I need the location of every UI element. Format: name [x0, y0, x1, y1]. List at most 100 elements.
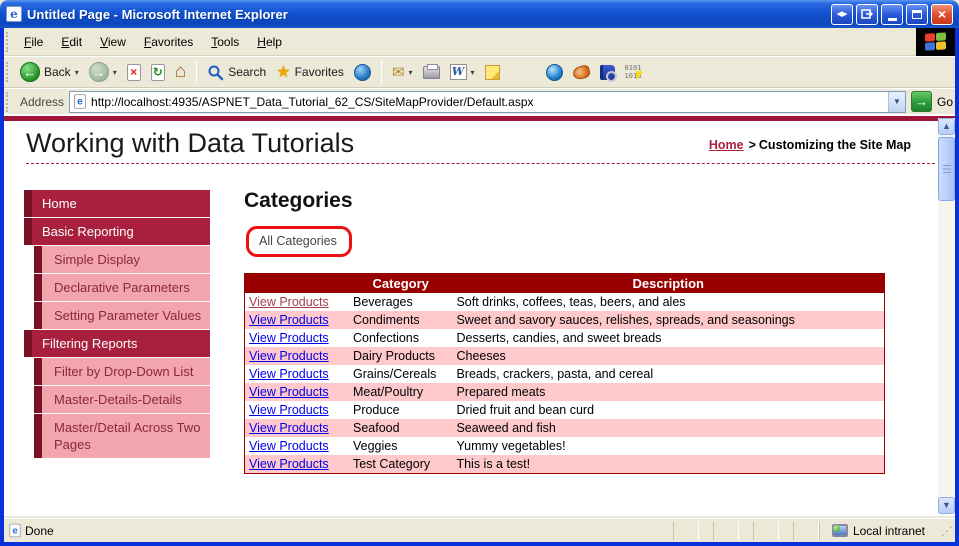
- favorites-button[interactable]: ★ Favorites: [271, 60, 349, 84]
- scrollbar-thumb[interactable]: [938, 137, 955, 201]
- category-cell: Beverages: [352, 295, 413, 309]
- messenger-icon: [545, 63, 563, 81]
- view-products-link[interactable]: View Products: [249, 331, 329, 345]
- browser-window: e Untitled Page - Microsoft Internet Exp…: [0, 0, 959, 546]
- sidebar-item-basic-reporting[interactable]: Basic Reporting: [24, 218, 210, 245]
- forward-button[interactable]: → ▾: [84, 60, 122, 84]
- category-cell: Test Category: [348, 455, 453, 474]
- scroll-up-button[interactable]: ▲: [938, 118, 955, 135]
- html-snippet-button[interactable]: 0101 1010: [620, 62, 647, 82]
- print-button[interactable]: [418, 63, 445, 81]
- main-panel: Categories All Categories Category Descr…: [244, 189, 919, 474]
- table-row: View Products Confections Desserts, cand…: [245, 329, 885, 347]
- menu-view[interactable]: View: [91, 31, 135, 53]
- address-field[interactable]: e ▼: [69, 90, 906, 113]
- stop-button[interactable]: ×: [122, 62, 146, 83]
- table-row: View Products Dairy Products Cheeses: [244, 347, 885, 365]
- address-label: Address: [20, 94, 65, 109]
- menubar-grip[interactable]: [6, 31, 9, 52]
- status-panel: [752, 521, 779, 540]
- edit-dropdown-icon[interactable]: ▾: [471, 68, 475, 77]
- addressbar-grip[interactable]: [6, 91, 9, 112]
- forward-dropdown-icon[interactable]: ▾: [113, 68, 117, 77]
- sidebar-item-declarative-parameters[interactable]: Declarative Parameters: [34, 274, 210, 301]
- search-button[interactable]: Search: [202, 62, 271, 83]
- sidebar-item-simple-display[interactable]: Simple Display: [34, 246, 210, 273]
- addon-fox-button[interactable]: [568, 63, 595, 81]
- go-button[interactable]: →: [910, 91, 932, 112]
- view-products-link[interactable]: View Products: [249, 403, 329, 417]
- messenger-button[interactable]: [541, 62, 568, 83]
- address-input[interactable]: [87, 94, 888, 109]
- menu-tools[interactable]: Tools: [202, 31, 248, 53]
- sidebar-item-home[interactable]: Home: [24, 190, 210, 217]
- view-products-link[interactable]: View Products: [249, 295, 329, 309]
- back-button[interactable]: ← Back ▾: [15, 60, 84, 84]
- mail-button[interactable]: ✉ ▾: [387, 61, 418, 83]
- history-globe-icon: [353, 63, 371, 81]
- view-products-link[interactable]: View Products: [249, 349, 329, 363]
- vertical-scrollbar[interactable]: ▲ ▼: [938, 118, 955, 514]
- menu-favorites[interactable]: Favorites: [135, 31, 202, 53]
- view-products-link[interactable]: View Products: [249, 385, 329, 399]
- breadcrumb-home-link[interactable]: Home: [709, 138, 744, 152]
- description-cell: Desserts, candies, and sweet breads: [456, 331, 662, 345]
- minimize-button[interactable]: [881, 3, 903, 25]
- menu-edit[interactable]: Edit: [52, 31, 91, 53]
- header-accent-bar: [4, 116, 955, 121]
- research-button[interactable]: [595, 63, 620, 82]
- table-row: View Products Condiments Sweet and savor…: [244, 311, 885, 329]
- maximize-button[interactable]: [906, 3, 928, 25]
- breadcrumb: Home > Customizing the Site Map: [709, 138, 911, 152]
- ie-app-icon: e: [6, 6, 22, 22]
- mail-dropdown-icon[interactable]: ▾: [409, 68, 413, 77]
- sidebar-item-master-detail-two-pages[interactable]: Master/Detail Across Two Pages: [34, 414, 210, 458]
- toolbar-separator: [380, 60, 382, 84]
- security-zone: Local intranet: [818, 521, 935, 540]
- toolbar-grip[interactable]: [6, 62, 9, 82]
- all-categories-link[interactable]: All Categories: [246, 226, 352, 257]
- word-icon: W: [449, 64, 467, 80]
- home-button[interactable]: ⌂: [170, 61, 191, 83]
- view-products-link[interactable]: View Products: [249, 367, 329, 381]
- back-dropdown-icon[interactable]: ▾: [75, 68, 79, 77]
- zone-label: Local intranet: [852, 523, 925, 538]
- resize-grip[interactable]: ⋰: [941, 524, 953, 538]
- scroll-down-button[interactable]: ▼: [938, 497, 955, 514]
- menu-file[interactable]: File: [15, 31, 52, 53]
- notes-button[interactable]: [480, 63, 505, 82]
- scrollbar-grip-icon: [942, 165, 951, 173]
- back-label: Back: [44, 65, 71, 79]
- fox-icon: [571, 63, 591, 81]
- address-dropdown-button[interactable]: ▼: [887, 91, 905, 112]
- sidebar-item-filter-by-dropdown-list[interactable]: Filter by Drop-Down List: [34, 358, 210, 385]
- edit-with-word-button[interactable]: W ▾: [445, 62, 480, 82]
- go-label: Go: [936, 94, 953, 109]
- menu-help[interactable]: Help: [248, 31, 291, 53]
- view-products-link[interactable]: View Products: [249, 439, 329, 453]
- table-row: View Products Beverages Soft drinks, cof…: [245, 293, 885, 311]
- description-cell: Yummy vegetables!: [456, 439, 566, 453]
- sidebar-item-master-details-details[interactable]: Master-Details-Details: [34, 386, 210, 413]
- view-products-link[interactable]: View Products: [249, 313, 329, 327]
- search-label: Search: [228, 65, 267, 79]
- windows-logo-throbber: [916, 28, 955, 56]
- history-button[interactable]: [349, 62, 376, 83]
- description-cell: Breads, crackers, pasta, and cereal: [456, 367, 654, 381]
- printer-icon: [422, 63, 440, 79]
- sidebar-item-setting-parameter-values[interactable]: Setting Parameter Values: [34, 302, 210, 329]
- sidebar-item-filtering-reports[interactable]: Filtering Reports: [24, 330, 210, 357]
- title-bar[interactable]: e Untitled Page - Microsoft Internet Exp…: [0, 0, 959, 28]
- view-products-link[interactable]: View Products: [249, 457, 329, 471]
- close-button[interactable]: ×: [931, 3, 953, 25]
- header-description: Description: [452, 273, 885, 293]
- undock-button[interactable]: [856, 3, 878, 25]
- refresh-button[interactable]: ↻: [146, 62, 170, 83]
- window-title: Untitled Page - Microsoft Internet Explo…: [27, 6, 288, 22]
- stop-icon: ×: [126, 63, 141, 81]
- view-products-link[interactable]: View Products: [249, 421, 329, 435]
- category-cell: Produce: [352, 403, 400, 417]
- category-cell: Grains/Cereals: [352, 367, 437, 381]
- pan-left-right-button[interactable]: ◂▸: [831, 3, 853, 25]
- windows-flag-icon: [924, 32, 947, 52]
